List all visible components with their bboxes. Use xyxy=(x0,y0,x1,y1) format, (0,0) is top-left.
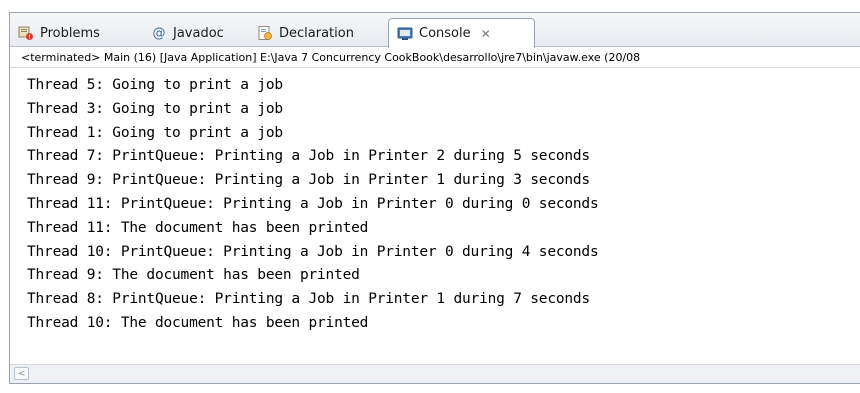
tab-label: Console xyxy=(419,26,471,41)
console-line: Thread 7: PrintQueue: Printing a Job in … xyxy=(27,148,590,165)
console-icon xyxy=(397,26,413,42)
console-view: Problems @ Javadoc Declaration Console ✕… xyxy=(9,12,860,384)
console-line: Thread 11: PrintQueue: Printing a Job in… xyxy=(27,195,599,212)
tab-label: Declaration xyxy=(279,25,354,41)
console-line: Thread 10: PrintQueue: Printing a Job in… xyxy=(27,243,599,260)
console-line: Thread 9: The document has been printed xyxy=(27,267,360,284)
view-tab-bar: Problems @ Javadoc Declaration Console ✕ xyxy=(10,13,860,48)
scroll-left-button[interactable]: < xyxy=(14,367,29,380)
console-line: Thread 3: Going to print a job xyxy=(27,100,283,117)
console-output: Thread 5: Going to print a job Thread 3:… xyxy=(10,69,860,365)
console-line: Thread 5: Going to print a job xyxy=(27,77,283,93)
console-line: Thread 8: PrintQueue: Printing a Job in … xyxy=(27,291,590,308)
tab-javadoc[interactable]: @ Javadoc xyxy=(151,19,224,47)
console-line: Thread 10: The document has been printed xyxy=(27,314,369,331)
declaration-icon xyxy=(257,25,273,41)
console-line: Thread 1: Going to print a job xyxy=(27,124,283,141)
tab-console[interactable]: Console ✕ xyxy=(388,18,535,48)
tab-label: Problems xyxy=(40,25,100,41)
tab-label: Javadoc xyxy=(173,25,224,41)
console-line: Thread 9: PrintQueue: Printing a Job in … xyxy=(27,172,590,189)
tab-declaration[interactable]: Declaration xyxy=(257,19,354,47)
close-icon[interactable]: ✕ xyxy=(481,27,491,41)
console-line: Thread 11: The document has been printed xyxy=(27,219,369,236)
javadoc-icon: @ xyxy=(152,25,166,41)
tab-problems[interactable]: Problems xyxy=(18,19,100,47)
problems-icon xyxy=(18,25,34,41)
horizontal-scrollbar[interactable]: < xyxy=(10,364,860,383)
process-status-line: <terminated> Main (16) [Java Application… xyxy=(10,48,860,68)
